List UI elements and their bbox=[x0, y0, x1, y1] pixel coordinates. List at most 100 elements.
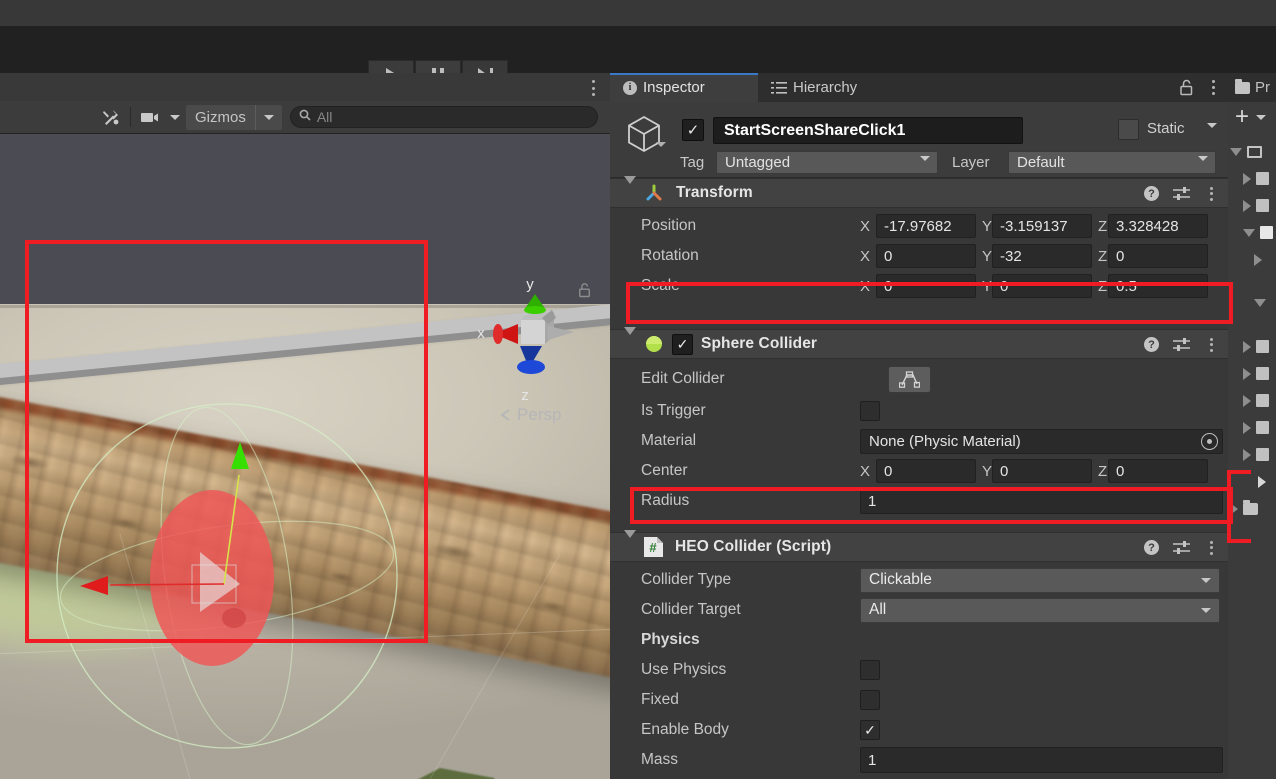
center-y-input[interactable]: 0 bbox=[992, 459, 1092, 483]
chevron-right-icon[interactable] bbox=[1243, 200, 1251, 212]
tree-item[interactable] bbox=[1228, 414, 1276, 441]
chevron-right-icon[interactable] bbox=[1254, 254, 1262, 266]
asset-icon bbox=[1256, 448, 1269, 461]
row-collider-target: Collider Target All bbox=[610, 595, 1228, 625]
scene-search-input[interactable]: All bbox=[290, 106, 598, 128]
rotation-x-input[interactable]: 0 bbox=[876, 244, 976, 268]
center-x-input[interactable]: 0 bbox=[876, 459, 976, 483]
sphere-collider-header-actions: ? bbox=[1144, 337, 1218, 352]
radius-input[interactable]: 1 bbox=[860, 488, 1223, 514]
is-trigger-checkbox[interactable] bbox=[860, 401, 880, 421]
static-checkbox[interactable] bbox=[1118, 119, 1139, 140]
gizmos-dropdown-caret[interactable] bbox=[255, 105, 282, 130]
position-x-input[interactable]: -17.97682 bbox=[876, 214, 976, 238]
chevron-right-icon[interactable] bbox=[1258, 476, 1266, 488]
camera-icon[interactable] bbox=[134, 105, 168, 129]
chevron-right-icon[interactable] bbox=[1243, 368, 1251, 380]
chevron-right-icon[interactable] bbox=[1243, 341, 1251, 353]
tree-item[interactable] bbox=[1228, 273, 1276, 333]
tag-dropdown[interactable]: Untagged bbox=[716, 151, 938, 174]
project-tree bbox=[1228, 132, 1276, 522]
scene-menu-icon[interactable] bbox=[586, 80, 600, 96]
preset-icon[interactable] bbox=[1173, 337, 1190, 352]
layer-dropdown[interactable]: Default bbox=[1008, 151, 1216, 174]
camera-dropdown-caret[interactable] bbox=[168, 105, 186, 129]
sphere-collider-foldout-icon[interactable] bbox=[624, 335, 636, 353]
heo-collider-header[interactable]: # HEO Collider (Script) ? bbox=[610, 532, 1228, 562]
persp-text: Persp bbox=[517, 405, 561, 425]
center-y-axis-label: Y bbox=[976, 463, 992, 480]
project-add-button[interactable]: + bbox=[1235, 109, 1249, 125]
sphere-collider-menu-icon[interactable] bbox=[1204, 338, 1218, 352]
help-icon[interactable]: ? bbox=[1144, 337, 1159, 352]
center-z-input[interactable]: 0 bbox=[1108, 459, 1208, 483]
chevron-right-icon[interactable] bbox=[1243, 422, 1251, 434]
gameobject-enabled-checkbox[interactable]: ✓ bbox=[682, 119, 704, 141]
gameobject-icon-caret[interactable] bbox=[656, 147, 666, 165]
tree-item-root[interactable] bbox=[1228, 138, 1276, 165]
sphere-collider-header[interactable]: ✓ Sphere Collider ? bbox=[610, 329, 1228, 359]
transform-foldout-icon[interactable] bbox=[624, 184, 636, 202]
chevron-down-icon[interactable] bbox=[1254, 299, 1266, 307]
heo-collider-foldout-icon[interactable] bbox=[624, 538, 636, 556]
preset-icon[interactable] bbox=[1173, 540, 1190, 555]
enable-body-checkbox[interactable]: ✓ bbox=[860, 720, 880, 740]
tree-item[interactable] bbox=[1228, 219, 1276, 246]
scale-z-input[interactable]: 0.5 bbox=[1108, 274, 1208, 298]
chevron-down-icon[interactable] bbox=[1243, 229, 1255, 237]
row-enable-body: Enable Body ✓ bbox=[610, 715, 1228, 745]
collider-type-dropdown[interactable]: Clickable bbox=[860, 568, 1220, 593]
position-z-input[interactable]: 3.328428 bbox=[1108, 214, 1208, 238]
scene-lock-icon[interactable] bbox=[578, 282, 591, 298]
object-picker-icon[interactable] bbox=[1201, 433, 1218, 450]
inspector-menu-icon[interactable] bbox=[1206, 80, 1220, 95]
gizmos-button[interactable]: Gizmos bbox=[186, 105, 255, 130]
tree-item[interactable] bbox=[1228, 165, 1276, 192]
project-add-caret-icon[interactable] bbox=[1256, 115, 1266, 120]
tab-inspector[interactable]: i Inspector bbox=[610, 73, 758, 102]
lock-open-icon[interactable] bbox=[1179, 79, 1194, 96]
tab-hierarchy[interactable]: Hierarchy bbox=[758, 73, 870, 102]
position-y-input[interactable]: -3.159137 bbox=[992, 214, 1092, 238]
chevron-right-icon[interactable] bbox=[1243, 449, 1251, 461]
rotation-y-input[interactable]: -32 bbox=[992, 244, 1092, 268]
tree-item[interactable] bbox=[1228, 333, 1276, 360]
chevron-right-icon[interactable] bbox=[1243, 173, 1251, 185]
scene-viewport[interactable]: y x z bbox=[0, 134, 610, 779]
edit-collider-button[interactable] bbox=[888, 366, 931, 393]
project-tab[interactable]: Pr bbox=[1228, 73, 1276, 102]
gameobject-name-input[interactable]: StartScreenShareClick1 bbox=[713, 117, 1023, 144]
info-icon: i bbox=[623, 81, 637, 95]
scale-y-input[interactable]: 0 bbox=[992, 274, 1092, 298]
chevron-right-icon[interactable] bbox=[1243, 395, 1251, 407]
sphere-collider-enabled-checkbox[interactable]: ✓ bbox=[672, 334, 693, 355]
chevron-right-icon[interactable] bbox=[1230, 503, 1238, 515]
tools-icon[interactable] bbox=[95, 105, 127, 129]
transform-header[interactable]: Transform ? bbox=[610, 178, 1228, 208]
tree-item[interactable] bbox=[1228, 246, 1276, 273]
help-icon[interactable]: ? bbox=[1144, 186, 1159, 201]
tree-item[interactable] bbox=[1228, 387, 1276, 414]
fixed-checkbox[interactable] bbox=[860, 690, 880, 710]
tree-item[interactable] bbox=[1228, 468, 1276, 495]
material-object-field[interactable]: None (Physic Material) bbox=[860, 429, 1223, 454]
tree-item[interactable] bbox=[1228, 192, 1276, 219]
scene-projection-label[interactable]: Persp bbox=[498, 405, 561, 425]
static-label: Static bbox=[1147, 120, 1185, 137]
tree-item[interactable] bbox=[1228, 360, 1276, 387]
help-icon[interactable]: ? bbox=[1144, 540, 1159, 555]
collider-target-dropdown[interactable]: All bbox=[860, 598, 1220, 623]
scale-x-input[interactable]: 0 bbox=[876, 274, 976, 298]
tab-inspector-label: Inspector bbox=[643, 79, 705, 96]
mass-input[interactable]: 1 bbox=[860, 747, 1223, 773]
transform-title: Transform bbox=[676, 184, 753, 202]
tree-item[interactable] bbox=[1228, 441, 1276, 468]
chevron-down-icon[interactable] bbox=[1230, 148, 1242, 156]
static-dropdown-caret[interactable] bbox=[1207, 128, 1217, 146]
heo-collider-menu-icon[interactable] bbox=[1204, 541, 1218, 555]
rotation-z-input[interactable]: 0 bbox=[1108, 244, 1208, 268]
use-physics-checkbox[interactable] bbox=[860, 660, 880, 680]
tree-item-folder[interactable] bbox=[1228, 495, 1276, 522]
transform-menu-icon[interactable] bbox=[1204, 187, 1218, 201]
preset-icon[interactable] bbox=[1173, 186, 1190, 201]
